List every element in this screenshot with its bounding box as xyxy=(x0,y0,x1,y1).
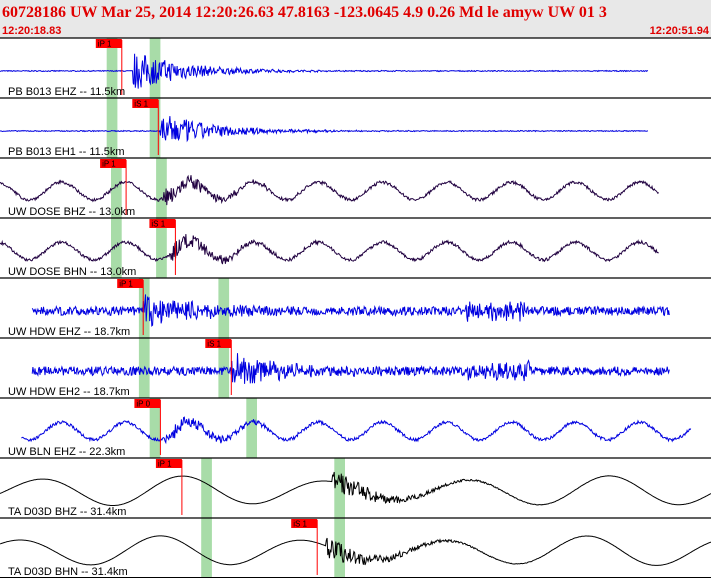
waveform-trace xyxy=(0,116,649,143)
waveform-trace xyxy=(31,353,670,384)
waveform-trace xyxy=(0,535,711,566)
waveform-trace xyxy=(31,294,670,327)
pick-label: iS 1 xyxy=(207,340,221,349)
waveform-trace xyxy=(0,471,711,506)
channel-label: TA D03D BHN -- 31.4km xyxy=(8,566,128,578)
waveform-trace xyxy=(21,416,692,445)
waveform-trace xyxy=(0,53,649,89)
channel-label: UW DOSE BHZ -- 13.0km xyxy=(8,206,135,218)
channel-label: PB B013 EH1 -- 11.5km xyxy=(8,146,125,158)
end-time: 12:20:51.94 xyxy=(650,25,710,37)
pick-label: iP 1 xyxy=(119,280,133,289)
channel-label: UW HDW EH2 -- 18.7km xyxy=(8,386,130,398)
pick-label: iP 0 xyxy=(136,400,150,409)
analysis-window-1 xyxy=(201,518,212,578)
channel-label: PB B013 EHZ -- 11.5km xyxy=(8,86,125,98)
pick-label: iS 1 xyxy=(134,100,148,109)
pick-label: iS 1 xyxy=(151,220,165,229)
seismogram-plot: 60728186 UW Mar 25, 2014 12:20:26.63 47.… xyxy=(0,0,711,578)
pick-label: iP 1 xyxy=(158,460,172,469)
start-time: 12:20:18.83 xyxy=(2,25,61,37)
waveform-trace xyxy=(0,234,659,265)
analysis-window-1 xyxy=(201,458,212,518)
pick-label: iP 1 xyxy=(98,40,112,49)
pick-label: iS 1 xyxy=(293,520,307,529)
trace-panels: iP 1 PB B013 EHZ -- 11.5km iS 1 PB B013 EH1… xyxy=(0,37,711,578)
pick-label: iP 1 xyxy=(102,160,116,169)
seismogram-viewer: 60728186 UW Mar 25, 2014 12:20:26.63 47.… xyxy=(0,0,711,578)
waveform-trace xyxy=(0,174,659,206)
analysis-window-2 xyxy=(156,158,167,218)
channel-label: UW HDW EHZ -- 18.7km xyxy=(8,326,130,338)
channel-label: UW BLN EHZ -- 22.3km xyxy=(8,446,125,458)
channel-label: UW DOSE BHN -- 13.0km xyxy=(8,266,136,278)
channel-label: TA D03D BHZ -- 31.4km xyxy=(8,506,126,518)
event-title: 60728186 UW Mar 25, 2014 12:20:26.63 47.… xyxy=(2,4,607,21)
analysis-window-2 xyxy=(246,398,257,458)
